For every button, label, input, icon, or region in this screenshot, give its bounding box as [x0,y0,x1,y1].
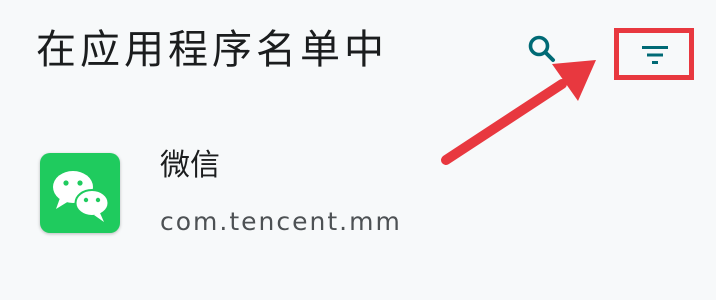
filter-icon [642,46,668,64]
wechat-icon [40,153,120,233]
page-title: 在应用程序名单中 [36,27,388,73]
search-button[interactable] [520,28,564,72]
app-list-screen: 在应用程序名单中 微信 com.tencent.mm [0,0,716,300]
list-item[interactable]: 微信 com.tencent.mm [0,128,716,258]
filter-button[interactable] [614,28,694,80]
app-package-name: com.tencent.mm [160,207,402,236]
search-icon [528,35,555,62]
app-name: 微信 [160,148,220,183]
